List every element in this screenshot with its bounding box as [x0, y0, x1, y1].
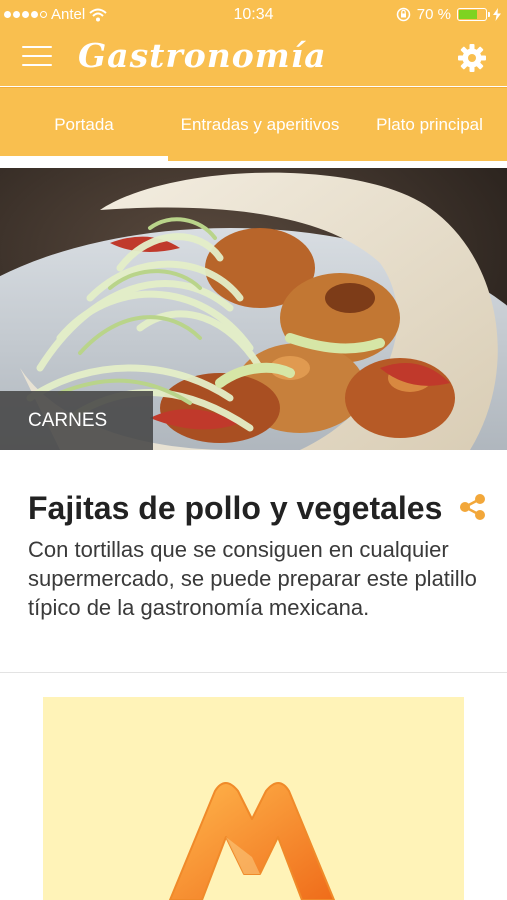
status-right: 70 % — [396, 6, 501, 23]
app-brand-title: Gastronomía — [78, 36, 327, 75]
ad-banner[interactable] — [43, 697, 464, 900]
battery-percent: 70 % — [416, 6, 451, 23]
section-divider — [0, 672, 507, 673]
tab-entradas-y-aperitivos[interactable]: Entradas y aperitivos — [170, 88, 350, 161]
m-logo-icon — [169, 782, 335, 900]
battery-fill — [459, 10, 477, 19]
status-bar: Antel 10:34 70 % — [0, 0, 507, 30]
article-title[interactable]: Fajitas de pollo y vegetales — [28, 490, 442, 527]
charging-bolt-icon — [493, 8, 501, 21]
article-description: Con tortillas que se consiguen en cualqu… — [28, 537, 477, 620]
hamburger-menu-icon[interactable] — [22, 46, 52, 68]
tab-portada[interactable]: Portada — [0, 88, 168, 161]
rotation-lock-icon — [396, 7, 411, 22]
share-icon[interactable] — [459, 493, 487, 521]
battery-icon — [457, 8, 490, 21]
app-bar: Gastronomía — [0, 30, 507, 86]
category-badge[interactable]: CARNES — [0, 391, 153, 450]
active-tab-indicator — [0, 156, 168, 161]
tab-plato-principal[interactable]: Plato principal — [352, 88, 507, 161]
category-tabs: Portada Entradas y aperitivos Plato prin… — [0, 87, 507, 161]
gear-icon[interactable] — [457, 43, 487, 73]
